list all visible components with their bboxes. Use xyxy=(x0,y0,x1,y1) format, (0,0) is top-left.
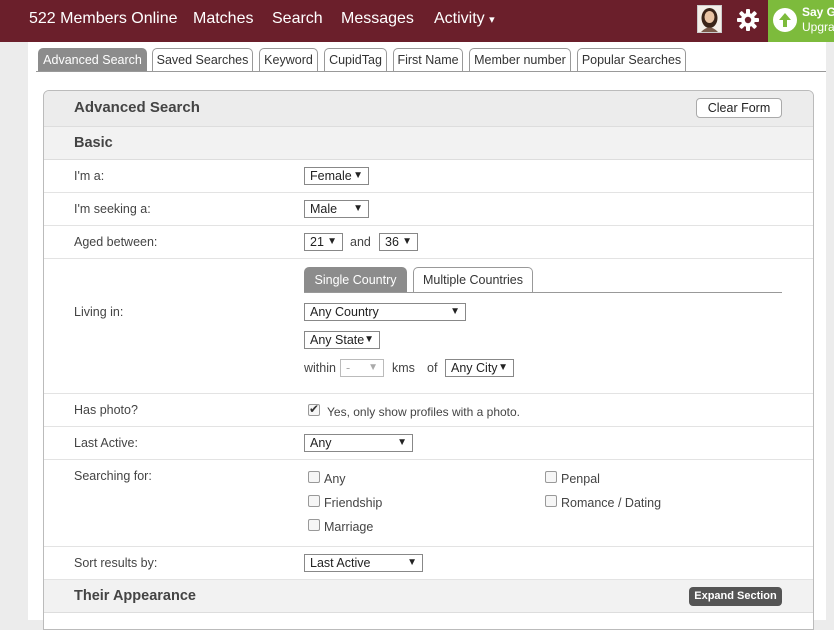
seeking-value: Male xyxy=(310,202,338,216)
city-select[interactable]: Any City ▼ xyxy=(445,359,514,377)
age-and-label: and xyxy=(350,235,371,249)
has-photo-checkbox[interactable] xyxy=(308,402,320,416)
caret-down-icon: ▼ xyxy=(353,203,363,214)
last-active-value: Any xyxy=(310,436,332,450)
upgrade-line-1: Say G xyxy=(802,5,834,19)
caret-down-icon: ▼ xyxy=(364,334,374,345)
tab-keyword[interactable]: Keyword xyxy=(259,48,318,72)
appearance-section-header: Their Appearance Expand Section xyxy=(44,580,813,613)
nav-matches[interactable]: Matches xyxy=(193,10,253,28)
caret-down-icon: ▼ xyxy=(327,236,337,247)
within-label: within xyxy=(304,361,336,375)
tab-saved-searches[interactable]: Saved Searches xyxy=(152,48,253,72)
caret-down-icon: ▼ xyxy=(407,557,417,568)
search-page: Advanced Search Saved Searches Keyword C… xyxy=(28,42,826,630)
panel-title: Advanced Search xyxy=(74,99,200,116)
age-max-select[interactable]: 36 ▼ xyxy=(379,233,418,251)
expand-section-button[interactable]: Expand Section xyxy=(689,587,782,606)
basic-section-title: Basic xyxy=(74,135,113,151)
distance-select[interactable]: - ▼ xyxy=(340,359,384,377)
nav-activity[interactable]: Activity ▾ xyxy=(434,10,495,28)
has-photo-text: Yes, only show profiles with a photo. xyxy=(327,405,521,419)
country-value: Any Country xyxy=(310,305,379,319)
tab-first-name[interactable]: First Name xyxy=(393,48,463,72)
sort-select[interactable]: Last Active ▼ xyxy=(304,554,423,572)
distance-value: - xyxy=(346,361,351,375)
members-online-link[interactable]: 522 Members Online xyxy=(29,10,178,28)
last-active-row: Last Active: Any ▼ xyxy=(44,427,813,460)
caret-down-icon: ▼ xyxy=(353,170,363,181)
age-min-select[interactable]: 21 ▼ xyxy=(304,233,343,251)
seeking-label: I'm seeking a: xyxy=(74,202,151,216)
romance-option-label: Romance / Dating xyxy=(561,496,662,510)
penpal-checkbox[interactable] xyxy=(545,471,557,483)
last-active-select[interactable]: Any ▼ xyxy=(304,434,413,452)
state-select[interactable]: Any State ▼ xyxy=(304,331,380,349)
age-row: Aged between: 21 ▼ and 36 ▼ xyxy=(44,226,813,259)
location-tab-divider xyxy=(304,292,782,293)
sort-row: Sort results by: Last Active ▼ xyxy=(44,547,813,580)
has-photo-label: Has photo? xyxy=(74,403,138,417)
top-nav-bar: 522 Members Online Matches Search Messag… xyxy=(0,0,834,42)
appearance-section-title: Their Appearance xyxy=(74,588,196,604)
tab-divider xyxy=(36,71,826,72)
im-a-value: Female xyxy=(310,169,352,183)
caret-down-icon: ▼ xyxy=(450,306,460,317)
of-label: of xyxy=(427,361,438,375)
panel-header: Advanced Search Clear Form xyxy=(44,91,813,127)
upgrade-banner[interactable]: Say G Upgra xyxy=(768,0,834,42)
gear-icon[interactable] xyxy=(736,8,760,32)
im-a-row: I'm a: Female ▼ xyxy=(44,160,813,193)
seeking-select[interactable]: Male ▼ xyxy=(304,200,369,218)
nav-messages[interactable]: Messages xyxy=(341,10,414,28)
sort-value: Last Active xyxy=(310,556,371,570)
im-a-label: I'm a: xyxy=(74,169,105,183)
caret-down-icon: ▼ xyxy=(402,236,412,247)
basic-section-header: Basic xyxy=(44,127,813,160)
marriage-checkbox[interactable] xyxy=(308,519,320,531)
last-active-label: Last Active: xyxy=(74,436,138,450)
romance-checkbox[interactable] xyxy=(545,495,557,507)
has-photo-row: Has photo? Yes, only show profiles with … xyxy=(44,394,813,427)
age-label: Aged between: xyxy=(74,235,158,249)
clear-form-button[interactable]: Clear Form xyxy=(696,98,782,118)
sort-label: Sort results by: xyxy=(74,556,158,570)
caret-down-icon: ▼ xyxy=(397,437,407,448)
tab-cupidtag[interactable]: CupidTag xyxy=(324,48,387,72)
living-in-label: Living in: xyxy=(74,305,124,319)
marriage-option-label: Marriage xyxy=(324,520,374,534)
searching-for-row: Searching for: Any Friendship Marriage P… xyxy=(44,460,813,547)
caret-down-icon: ▼ xyxy=(368,362,378,373)
living-in-row: Living in: Single Country Multiple Count… xyxy=(44,259,813,394)
tab-single-country[interactable]: Single Country xyxy=(304,267,407,292)
state-value: Any State xyxy=(310,333,365,347)
upgrade-arrow-icon xyxy=(773,8,797,32)
im-a-select[interactable]: Female ▼ xyxy=(304,167,369,185)
friendship-option-label: Friendship xyxy=(324,496,383,510)
penpal-option-label: Penpal xyxy=(561,472,600,486)
tab-multiple-countries[interactable]: Multiple Countries xyxy=(413,267,533,292)
nav-activity-label: Activity xyxy=(434,10,485,27)
avatar[interactable] xyxy=(697,5,722,33)
country-select[interactable]: Any Country ▼ xyxy=(304,303,466,321)
nav-search[interactable]: Search xyxy=(272,10,323,28)
upgrade-line-2: Upgra xyxy=(802,20,834,34)
seeking-row: I'm seeking a: Male ▼ xyxy=(44,193,813,226)
searching-for-label: Searching for: xyxy=(74,469,152,483)
any-option-label: Any xyxy=(324,472,346,486)
tab-advanced-search[interactable]: Advanced Search xyxy=(38,48,147,72)
chevron-down-icon: ▾ xyxy=(489,14,495,26)
city-value: Any City xyxy=(451,361,498,375)
tab-popular-searches[interactable]: Popular Searches xyxy=(577,48,686,72)
age-max-value: 36 xyxy=(385,235,399,249)
advanced-search-panel: Advanced Search Clear Form Basic I'm a: … xyxy=(43,90,814,630)
tab-member-number[interactable]: Member number xyxy=(469,48,571,72)
age-min-value: 21 xyxy=(310,235,324,249)
kms-label: kms xyxy=(392,361,415,375)
user-photo-icon xyxy=(698,6,721,32)
friendship-checkbox[interactable] xyxy=(308,495,320,507)
caret-down-icon: ▼ xyxy=(498,362,508,373)
any-checkbox[interactable] xyxy=(308,471,320,483)
